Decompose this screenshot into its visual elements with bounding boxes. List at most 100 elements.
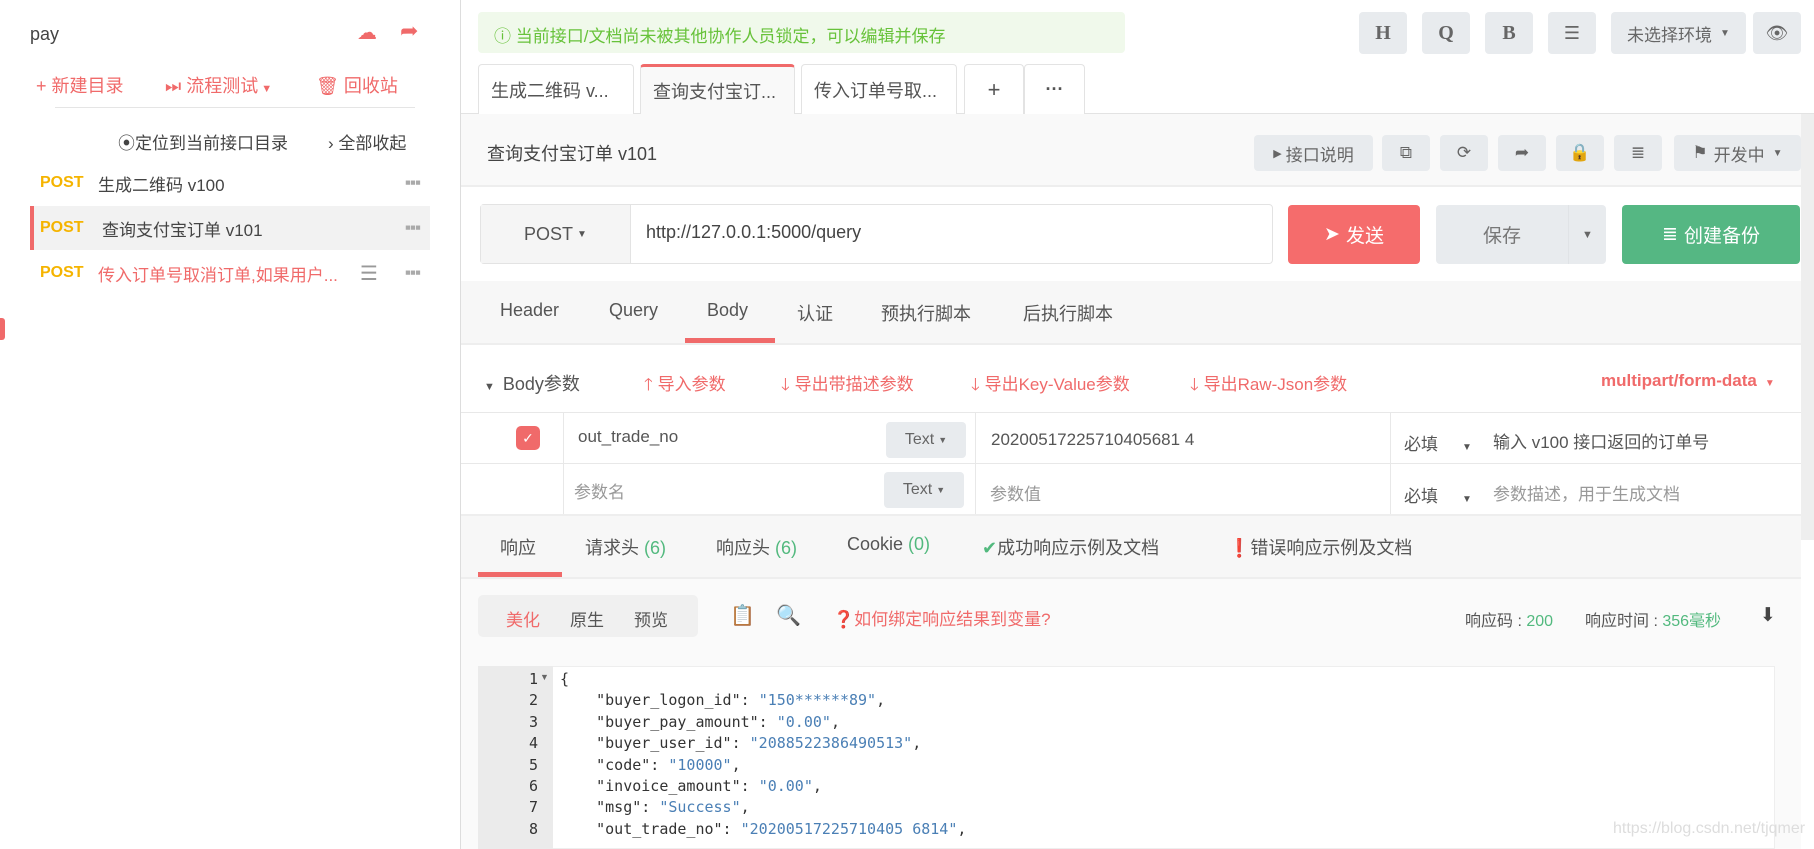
fold-icon[interactable]: ▼ [540, 672, 549, 682]
status-label: 开发中 [1713, 145, 1765, 165]
tab-qrcode[interactable]: 生成二维码 v... [478, 64, 634, 114]
cloud-download-icon[interactable]: ☁ [357, 20, 377, 45]
clipboard-icon[interactable]: 📋 [730, 603, 755, 628]
tab-error-example[interactable]: ❗错误响应示例及文档 [1228, 534, 1412, 560]
json-key: "msg": [560, 798, 660, 817]
param-name-input[interactable]: out_trade_no [578, 427, 678, 447]
locate-button[interactable]: ⦿定位到当前接口目录 [118, 129, 288, 154]
param-name-input[interactable]: 参数名 [574, 478, 625, 503]
save-dropdown-caret-icon[interactable]: ▼ [1568, 205, 1606, 264]
caret-down-icon: ▼ [938, 435, 948, 445]
flow-test-button[interactable]: ⏭ 流程测试 ▼ [165, 72, 272, 98]
resize-handle[interactable] [0, 318, 5, 340]
tab-auth[interactable]: 认证 [797, 300, 833, 326]
bind-help-link[interactable]: ❓如何绑定响应结果到变量? [833, 605, 1051, 630]
menu-icon[interactable]: ☰ [360, 261, 378, 286]
time-label: 响应时间 : [1585, 613, 1663, 630]
search-icon[interactable]: 🔍 [776, 603, 801, 628]
collapse-all-button[interactable]: › 全部收起 [328, 129, 406, 154]
tab-query[interactable]: Query [609, 300, 658, 321]
share-icon[interactable]: ➦ [400, 18, 418, 44]
sidebar-item[interactable]: POST 生成二维码 v100 ▪▪▪ [30, 161, 430, 205]
view-raw[interactable]: 原生 [570, 606, 604, 631]
tab-cookie[interactable]: Cookie (0) [847, 534, 930, 555]
send-button[interactable]: ➤ 发送 [1288, 205, 1420, 264]
save-button[interactable]: 保存 [1436, 205, 1568, 264]
chevron-right-icon: › [328, 134, 339, 153]
caret-down-icon: ▼ [1720, 27, 1730, 39]
tab-header[interactable]: Header [500, 300, 559, 321]
url-input[interactable]: http://127.0.0.1:5000/query [646, 222, 861, 243]
check-circle-icon: ✔ [982, 538, 998, 558]
more-icon[interactable]: ▪▪▪ [405, 173, 421, 193]
backup-label: 创建备份 [1683, 226, 1760, 247]
recycle-button[interactable]: 🗑 回收站 [316, 72, 398, 98]
tab-response[interactable]: 响应 [500, 534, 536, 560]
sidebar-item[interactable]: POST 传入订单号取消订单,如果用户... ☰ ▪▪▪ [30, 251, 430, 295]
status-select[interactable]: ⚑ 开发中 ▼ [1674, 135, 1801, 171]
param-desc-input[interactable]: 输入 v100 接口返回的订单号 [1493, 428, 1709, 453]
line-number: 3 [528, 712, 538, 731]
add-tab-button[interactable]: + [964, 64, 1024, 114]
tab-response-headers[interactable]: 响应头 (6) [716, 534, 797, 560]
param-type-select[interactable]: Text ▼ [886, 422, 966, 458]
required-select[interactable]: 必填 ▼ [1404, 430, 1472, 455]
project-name: pay [30, 24, 60, 44]
more-tabs-button[interactable]: ··· [1024, 64, 1085, 114]
body-params-toggle[interactable]: ▼ Body参数 [484, 370, 580, 396]
tab-pre-script[interactable]: 预执行脚本 [881, 300, 971, 326]
view-preview[interactable]: 预览 [634, 606, 668, 631]
view-pretty[interactable]: 美化 [506, 606, 540, 631]
h-button[interactable]: H [1359, 12, 1407, 54]
q-button[interactable]: Q [1422, 12, 1470, 54]
json-key: "invoice_amount": [560, 777, 759, 795]
send-label: 发送 [1345, 226, 1384, 247]
param-type-select[interactable]: Text ▼ [884, 472, 964, 508]
col-divider [975, 413, 976, 514]
import-params-button[interactable]: 🡑 导入参数 [644, 370, 726, 401]
tab-query-active[interactable]: 查询支付宝订... [640, 64, 795, 115]
database-icon[interactable]: ≣ [1614, 135, 1662, 171]
json-key: "buyer_pay_amount": [560, 712, 777, 731]
share-icon[interactable]: ➦ [1498, 135, 1546, 171]
tab-label: 成功响应示例及文档 [997, 538, 1160, 558]
env-select[interactable]: 未选择环境 ▼ [1611, 12, 1746, 54]
lock-icon[interactable]: 🔒 [1556, 135, 1604, 171]
sidebar-item-active[interactable]: POST 查询支付宝订单 v101 ▪▪▪ [30, 206, 430, 250]
param-desc-input[interactable]: 参数描述，用于生成文档 [1493, 480, 1680, 505]
json-value: "150******89" [758, 691, 877, 710]
download-icon[interactable]: ⬇ [1760, 604, 1776, 627]
copy-icon[interactable]: ⧉ [1382, 135, 1430, 171]
b-button[interactable]: B [1485, 12, 1533, 54]
tab-body[interactable]: Body [707, 300, 748, 321]
more-icon[interactable]: ▪▪▪ [405, 263, 421, 283]
eye-icon[interactable]: 👁 [1753, 12, 1801, 54]
json-key: { [560, 670, 570, 688]
tab-label: 传入订单号取... [814, 80, 938, 101]
tab-success-example[interactable]: ✔成功响应示例及文档 [982, 534, 1159, 560]
param-value-input[interactable]: 参数值 [990, 480, 1041, 505]
tab-cancel[interactable]: 传入订单号取... [801, 64, 957, 114]
sliders-icon[interactable]: ☰ [1548, 12, 1596, 54]
code-line: "msg": "Success", [560, 798, 750, 816]
notice-text: 当前接口/文档尚未被其他协作人员锁定，可以编辑并保存 [515, 27, 946, 46]
required-select[interactable]: 必填 ▼ [1404, 482, 1472, 507]
refresh-icon[interactable]: ⟳ [1440, 135, 1488, 171]
param-value-input[interactable]: 20200517225710405681 4 [991, 430, 1194, 450]
content-type-select[interactable]: multipart/form-data ▼ [1601, 371, 1775, 391]
scrollbar[interactable] [1801, 114, 1814, 540]
export-json-button[interactable]: 🡓 导出Raw-Json参数 [1190, 370, 1347, 401]
export-kv-button[interactable]: 🡓 导出Key-Value参数 [971, 370, 1130, 401]
export-desc-button[interactable]: 🡓 导出带描述参数 [781, 370, 914, 401]
api-doc-button[interactable]: ▶ 接口说明 [1254, 135, 1373, 171]
tab-post-script[interactable]: 后执行脚本 [1023, 300, 1113, 326]
new-dir-button[interactable]: + 新建目录 [36, 72, 124, 98]
row-checkbox[interactable]: ✓ [516, 426, 540, 450]
line-number: 6 [528, 777, 538, 795]
method-select[interactable]: POST ▼ [481, 205, 631, 263]
json-comma: , [912, 734, 922, 753]
col-divider [563, 413, 564, 514]
tab-request-headers[interactable]: 请求头 (6) [585, 534, 666, 560]
more-icon[interactable]: ▪▪▪ [405, 218, 421, 238]
backup-button[interactable]: ≣ 创建备份 [1622, 205, 1800, 264]
